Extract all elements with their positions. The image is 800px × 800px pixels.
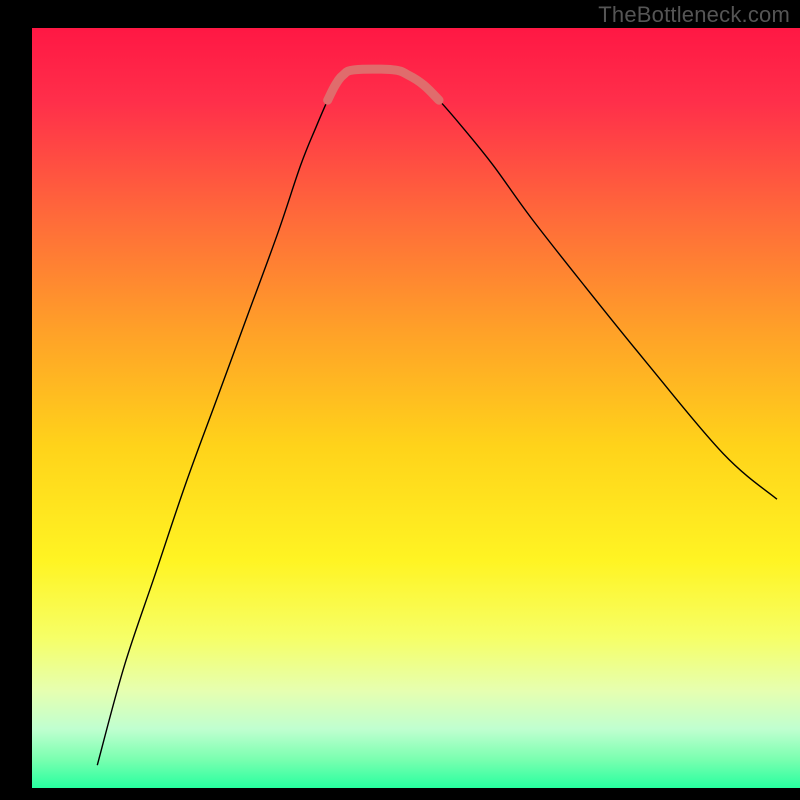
plot-frame: [0, 0, 32, 800]
plot-frame: [0, 788, 800, 800]
chart-svg: [0, 0, 800, 800]
watermark-text: TheBottleneck.com: [598, 2, 790, 28]
chart-canvas: TheBottleneck.com: [0, 0, 800, 800]
